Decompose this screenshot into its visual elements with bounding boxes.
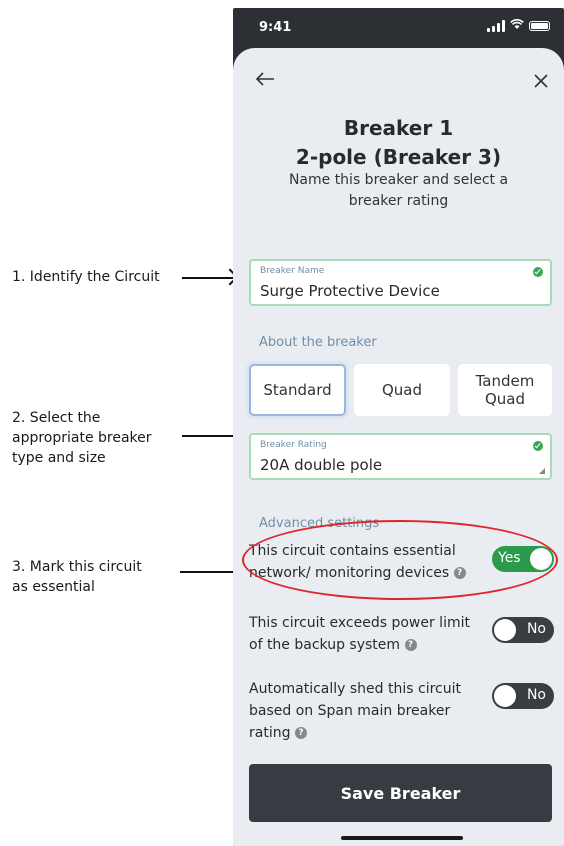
breaker-type-tandem-quad-label: Tandem Quad bbox=[475, 372, 535, 408]
essential-toggle-state: Yes bbox=[498, 550, 521, 566]
exceeds-limit-toggle[interactable]: No bbox=[492, 617, 554, 643]
info-icon[interactable]: ? bbox=[294, 727, 307, 739]
valid-check-icon bbox=[533, 267, 543, 277]
status-icons bbox=[487, 19, 550, 32]
toggle-row-essential: This circuit contains essential network/… bbox=[249, 540, 554, 584]
auto-shed-toggle-state: No bbox=[526, 687, 546, 703]
breaker-type-quad[interactable]: Quad bbox=[354, 364, 450, 416]
annotation-arrow-2 bbox=[182, 435, 240, 437]
exceeds-limit-toggle-state: No bbox=[526, 621, 546, 637]
arrow-left-icon[interactable] bbox=[255, 70, 275, 92]
phone-frame: 9:41 Breaker 1 2-pole (Breaker 3) Name t… bbox=[233, 8, 564, 846]
toggle-knob bbox=[494, 685, 516, 707]
status-bar: 9:41 bbox=[233, 8, 564, 46]
annotation-step-3-line-1: 3. Mark this circuit bbox=[12, 559, 142, 575]
battery-icon bbox=[529, 20, 550, 31]
annotation-arrow-3 bbox=[180, 571, 240, 573]
toggle-auto-shed-label: Automatically shed this circuit based on… bbox=[249, 681, 461, 741]
save-breaker-button[interactable]: Save Breaker bbox=[249, 764, 552, 822]
about-breaker-heading: About the breaker bbox=[259, 335, 377, 350]
page-title: Breaker 1 bbox=[343, 116, 454, 140]
signal-icon bbox=[487, 19, 505, 32]
toggle-knob bbox=[494, 619, 516, 641]
auto-shed-toggle[interactable]: No bbox=[492, 683, 554, 709]
annotation-step-3-line-2: as essential bbox=[12, 579, 95, 595]
toggle-row-auto-shed: Automatically shed this circuit based on… bbox=[249, 678, 554, 744]
breaker-name-label: Breaker Name bbox=[260, 266, 325, 276]
valid-check-icon bbox=[533, 441, 543, 451]
breaker-name-field[interactable]: Breaker Name Surge Protective Device bbox=[249, 259, 552, 306]
toggle-row-exceeds-limit: This circuit exceeds power limit of the … bbox=[249, 612, 554, 656]
breaker-type-standard[interactable]: Standard bbox=[249, 364, 346, 416]
toggle-essential-label: This circuit contains essential network/… bbox=[249, 543, 456, 581]
annotation-step-1: 1. Identify the Circuit bbox=[12, 269, 160, 285]
info-icon[interactable]: ? bbox=[453, 567, 466, 579]
annotation-step-2-line-1: 2. Select the bbox=[12, 410, 101, 426]
toggle-exceeds-label: This circuit exceeds power limit of the … bbox=[249, 615, 470, 653]
toggle-auto-shed-text: Automatically shed this circuit based on… bbox=[249, 678, 469, 744]
breaker-rating-field[interactable]: Breaker Rating 20A double pole bbox=[249, 433, 552, 480]
toggle-knob bbox=[530, 548, 552, 570]
status-time: 9:41 bbox=[259, 20, 292, 35]
resize-handle-icon[interactable] bbox=[539, 468, 545, 474]
save-breaker-label: Save Breaker bbox=[340, 783, 461, 803]
breaker-type-quad-label: Quad bbox=[381, 381, 423, 399]
toggle-exceeds-text: This circuit exceeds power limit of the … bbox=[249, 612, 484, 656]
info-icon[interactable]: ? bbox=[404, 639, 417, 651]
annotation-step-2-line-2: appropriate breaker bbox=[12, 430, 152, 446]
breaker-type-tandem-quad[interactable]: Tandem Quad bbox=[458, 364, 552, 416]
annotation-step-3: 3. Mark this circuit as essential bbox=[12, 557, 142, 597]
advanced-settings-heading: Advanced settings bbox=[259, 516, 380, 531]
home-indicator[interactable] bbox=[341, 836, 463, 840]
essential-toggle[interactable]: Yes bbox=[492, 546, 554, 572]
page-subtitle-breaker: 2-pole (Breaker 3) bbox=[295, 145, 502, 169]
annotation-step-2: 2. Select the appropriate breaker type a… bbox=[12, 408, 152, 468]
toggle-essential-text: This circuit contains essential network/… bbox=[249, 540, 484, 584]
annotation-arrow-1 bbox=[182, 277, 234, 279]
breaker-name-value: Surge Protective Device bbox=[260, 282, 440, 300]
page-description: Name this breaker and select a breaker r… bbox=[288, 172, 509, 209]
breaker-rating-value: 20A double pole bbox=[260, 456, 383, 474]
annotation-step-2-line-3: type and size bbox=[12, 450, 106, 466]
breaker-rating-label: Breaker Rating bbox=[260, 440, 327, 450]
wifi-icon bbox=[510, 19, 524, 32]
close-icon[interactable] bbox=[534, 70, 548, 92]
breaker-type-standard-label: Standard bbox=[263, 381, 332, 399]
breaker-sheet: Breaker 1 2-pole (Breaker 3) Name this b… bbox=[233, 48, 564, 846]
